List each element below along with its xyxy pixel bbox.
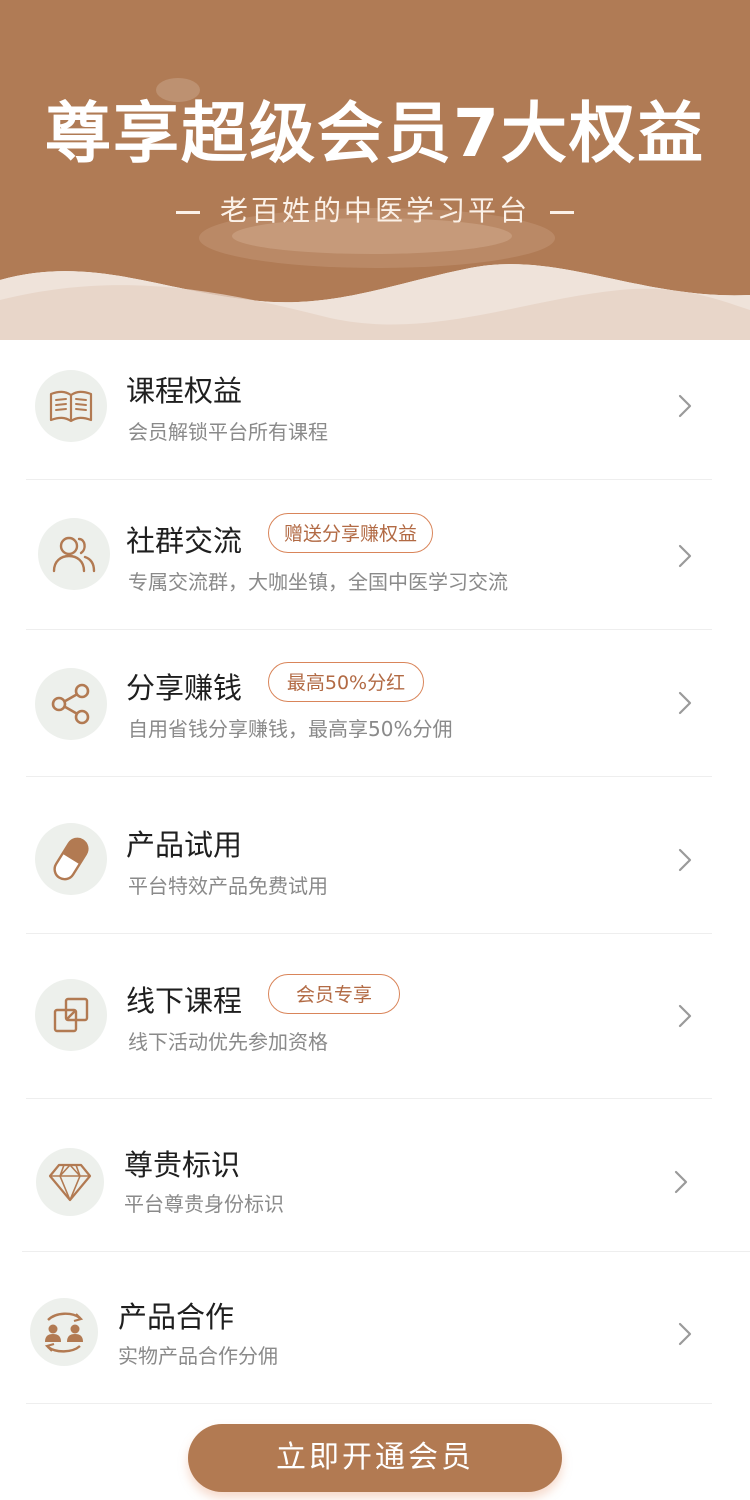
chevron-right-icon [678, 394, 692, 418]
benefit-tag: 最高50%分红 [268, 662, 424, 702]
benefit-name: 课程权益 [126, 374, 243, 408]
page-subtitle: 老百姓的中医学习平台 [0, 189, 750, 229]
benefit-desc: 专属交流群，大咖坐镇，全国中医学习交流 [128, 570, 508, 594]
subtitle-text: 老百姓的中医学习平台 [219, 194, 530, 227]
benefit-desc: 平台特效产品免费试用 [128, 874, 328, 898]
benefit-desc: 实物产品合作分佣 [118, 1344, 278, 1368]
users-icon [38, 518, 110, 590]
chevron-right-icon [674, 1170, 688, 1194]
benefit-item-cooperation[interactable]: 产品合作 实物产品合作分佣 [26, 1252, 712, 1404]
subtitle-dash-right [550, 210, 574, 214]
benefit-desc: 平台尊贵身份标识 [124, 1192, 284, 1216]
benefit-item-badge[interactable]: 尊贵标识 平台尊贵身份标识 [22, 1099, 750, 1252]
benefit-item-trial[interactable]: 产品试用 平台特效产品免费试用 [26, 777, 712, 934]
chevron-right-icon [678, 1322, 692, 1346]
diamond-icon [36, 1148, 104, 1216]
benefit-tag: 会员专享 [268, 974, 400, 1014]
capsule-icon [35, 823, 107, 895]
benefit-item-course[interactable]: 课程权益 会员解锁平台所有课程 [26, 340, 712, 480]
benefit-name: 产品合作 [118, 1300, 235, 1334]
chevron-right-icon [678, 1004, 692, 1028]
copy-squares-icon [35, 979, 107, 1051]
benefit-desc: 会员解锁平台所有课程 [128, 420, 328, 444]
benefit-desc: 自用省钱分享赚钱，最高享50%分佣 [128, 717, 453, 741]
benefit-item-offline[interactable]: 线下课程 会员专享 线下活动优先参加资格 [26, 934, 712, 1099]
partners-icon [30, 1298, 98, 1366]
share-icon [35, 668, 107, 740]
benefit-name: 社群交流 [126, 524, 243, 558]
chevron-right-icon [678, 848, 692, 872]
benefit-name: 尊贵标识 [124, 1148, 241, 1182]
benefit-item-community[interactable]: 社群交流 赠送分享赚权益 专属交流群，大咖坐镇，全国中医学习交流 [26, 480, 712, 630]
benefit-item-share[interactable]: 分享赚钱 最高50%分红 自用省钱分享赚钱，最高享50%分佣 [26, 630, 712, 777]
benefit-name: 产品试用 [126, 828, 243, 862]
chevron-right-icon [678, 691, 692, 715]
activate-membership-button[interactable]: 立即开通会员 [188, 1424, 562, 1492]
chevron-right-icon [678, 544, 692, 568]
benefit-desc: 线下活动优先参加资格 [128, 1030, 328, 1054]
header-banner: 尊享超级会员7大权益 老百姓的中医学习平台 [0, 0, 750, 340]
benefit-name: 线下课程 [126, 984, 243, 1018]
page-title: 尊享超级会员7大权益 [45, 95, 705, 172]
book-icon [35, 370, 107, 442]
subtitle-dash-left [175, 210, 200, 214]
benefit-tag: 赠送分享赚权益 [268, 513, 433, 553]
benefit-name: 分享赚钱 [126, 671, 243, 705]
